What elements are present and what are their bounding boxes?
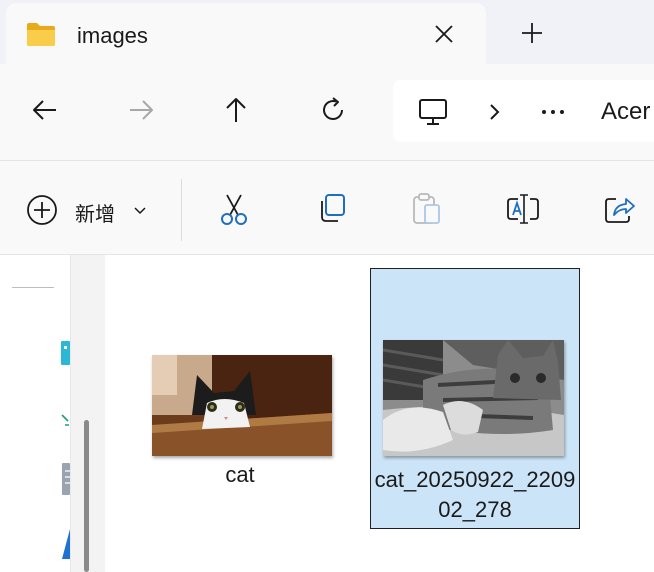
refresh-icon[interactable]	[317, 94, 349, 126]
chevron-right-icon[interactable]	[483, 100, 505, 124]
file-name: cat_20250922_220902_278	[374, 467, 576, 522]
tab-title: images	[77, 23, 148, 48]
monitor-icon[interactable]	[417, 96, 449, 128]
drive-icon[interactable]	[60, 341, 70, 370]
navigation-pane[interactable]	[0, 255, 105, 572]
new-button[interactable]: 新增	[20, 189, 160, 227]
share-icon[interactable]	[602, 191, 638, 227]
file-item-cat-20250922[interactable]: cat_20250922_220902_278	[370, 268, 580, 529]
file-item-cat[interactable]: cat	[145, 349, 335, 499]
close-icon[interactable]	[430, 20, 458, 48]
address-toolbar: Acer	[0, 64, 654, 161]
arrow-right-icon[interactable]	[125, 94, 157, 126]
arrow-left-icon[interactable]	[29, 94, 61, 126]
file-name: cat	[225, 462, 255, 487]
clipboard-icon[interactable]	[408, 191, 444, 227]
desktop-icon[interactable]	[60, 529, 70, 564]
scissors-icon[interactable]	[216, 191, 252, 227]
document-icon[interactable]	[60, 463, 70, 500]
tab-images[interactable]: images	[6, 3, 486, 64]
tab-strip: images	[0, 0, 654, 64]
arrow-up-icon[interactable]	[220, 94, 252, 126]
circle-plus-icon	[26, 194, 58, 226]
address-bar[interactable]: Acer	[393, 80, 654, 142]
thumbnail-image	[152, 355, 332, 456]
breadcrumb-acer[interactable]: Acer	[601, 98, 650, 126]
chevron-down-icon	[132, 202, 148, 218]
ellipsis-icon[interactable]	[539, 100, 567, 124]
plus-icon[interactable]	[518, 19, 546, 47]
new-button-label: 新增	[75, 204, 115, 226]
copy-icon[interactable]	[313, 191, 349, 227]
nav-scrollbar-thumb[interactable]	[84, 420, 89, 572]
nav-divider	[12, 287, 54, 288]
command-bar: 新增	[0, 161, 654, 255]
command-separator	[181, 179, 182, 241]
folder-icon	[26, 21, 56, 47]
thumbnail-image	[382, 340, 564, 456]
rename-icon[interactable]	[505, 191, 541, 227]
file-list: cat cat_20250922_220902_278	[105, 255, 654, 572]
download-icon[interactable]	[60, 413, 70, 432]
